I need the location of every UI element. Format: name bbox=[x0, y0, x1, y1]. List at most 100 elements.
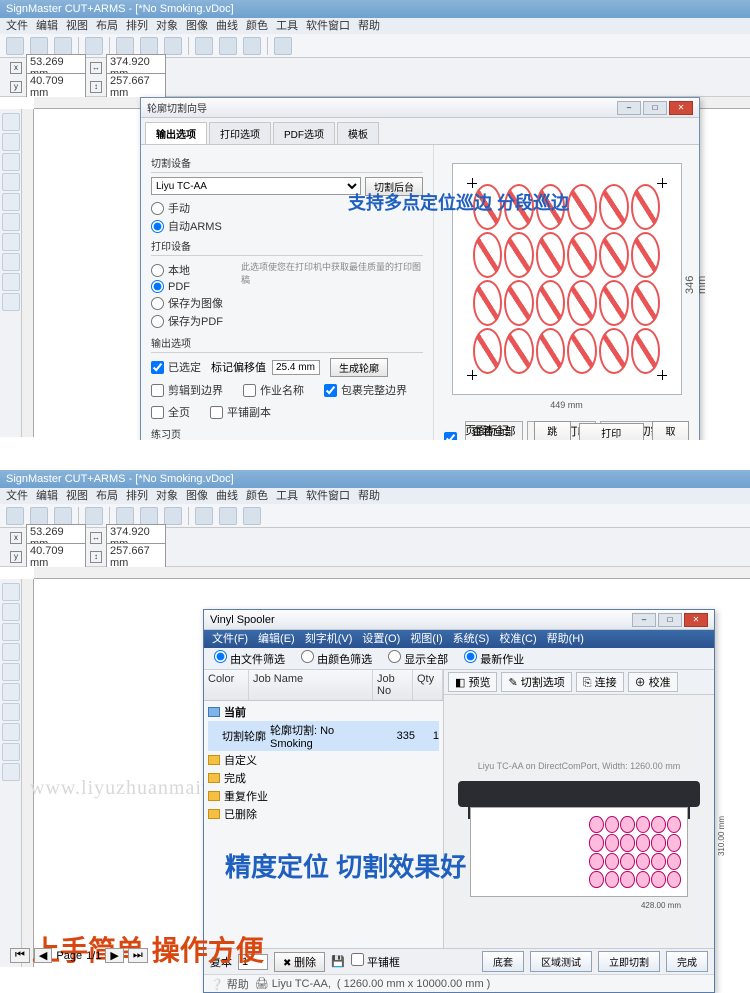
print-icon[interactable] bbox=[85, 507, 103, 525]
job-row[interactable]: 切割轮廓 轮廓切割: No Smoking 335 1 bbox=[208, 721, 439, 751]
tab-preview[interactable]: ◧ 预览 bbox=[448, 672, 497, 692]
radio-manual[interactable] bbox=[151, 202, 164, 215]
text-tool-icon[interactable] bbox=[2, 623, 20, 641]
menu-color[interactable]: 颜色 bbox=[246, 18, 268, 34]
page-prev-button[interactable]: ◀ bbox=[34, 948, 52, 963]
knife-tool-icon[interactable] bbox=[2, 253, 20, 271]
text-icon[interactable] bbox=[195, 37, 213, 55]
paste-icon[interactable] bbox=[164, 37, 182, 55]
radio-save-image[interactable] bbox=[151, 297, 164, 310]
redo-icon[interactable] bbox=[243, 507, 261, 525]
chk-trim[interactable] bbox=[151, 384, 164, 397]
text-icon[interactable] bbox=[195, 507, 213, 525]
page-last-button[interactable]: ⏭ bbox=[128, 948, 148, 963]
menu-arrange[interactable]: 排列 bbox=[126, 18, 148, 34]
radio-filter-file[interactable] bbox=[214, 650, 227, 663]
chk-tile[interactable] bbox=[210, 406, 223, 419]
tab-print[interactable]: 打印选项 bbox=[209, 122, 271, 144]
tab-cut-options[interactable]: ✎ 切割选项 bbox=[501, 672, 571, 692]
chk-tile-frame[interactable] bbox=[351, 953, 364, 966]
radio-local[interactable] bbox=[151, 264, 164, 277]
col-jobno[interactable]: Job No bbox=[373, 670, 413, 700]
job-tree[interactable]: 当前 切割轮廓 轮廓切割: No Smoking 335 1 自定义 完成 重复… bbox=[204, 701, 443, 825]
node-tool-icon[interactable] bbox=[2, 133, 20, 151]
close-icon[interactable]: ✕ bbox=[669, 101, 693, 115]
radio-save-pdf[interactable] bbox=[151, 315, 164, 328]
undo-icon[interactable] bbox=[219, 37, 237, 55]
measure-tool-icon[interactable] bbox=[2, 293, 20, 311]
radio-pdf[interactable] bbox=[151, 280, 164, 293]
open-icon[interactable] bbox=[30, 507, 48, 525]
maximize-icon[interactable]: □ bbox=[658, 613, 682, 627]
menu-window[interactable]: 软件窗口 bbox=[306, 18, 350, 34]
spooler-menubar[interactable]: 文件(F) 编辑(E) 刻字机(V) 设置(O) 视图(I) 系统(S) 校准(… bbox=[204, 630, 714, 648]
menu-view[interactable]: 视图 bbox=[66, 18, 88, 34]
text-tool-icon[interactable] bbox=[2, 153, 20, 171]
app-menubar[interactable]: 文件 编辑 视图 布局 排列 对象 图像 曲线 颜色 工具 软件窗口 帮助 bbox=[0, 18, 750, 34]
menu-tools[interactable]: 工具 bbox=[276, 18, 298, 34]
pan-tool-icon[interactable] bbox=[2, 683, 20, 701]
radio-filter-color[interactable] bbox=[301, 650, 314, 663]
close-icon[interactable]: ✕ bbox=[684, 613, 708, 627]
done-button[interactable]: 完成 bbox=[666, 951, 708, 972]
new-icon[interactable] bbox=[6, 37, 24, 55]
chk-wrap[interactable] bbox=[324, 384, 337, 397]
redo-icon[interactable] bbox=[243, 37, 261, 55]
col-color[interactable]: Color bbox=[204, 670, 249, 700]
radio-auto-arms[interactable] bbox=[151, 220, 164, 233]
cutter-select[interactable]: Liyu TC-AA bbox=[151, 177, 361, 195]
copy-icon[interactable] bbox=[140, 37, 158, 55]
col-jobname[interactable]: Job Name bbox=[249, 670, 373, 700]
menu-edit[interactable]: 编辑 bbox=[36, 18, 58, 34]
contour-button[interactable]: 底套 bbox=[482, 951, 524, 972]
node-tool-icon[interactable] bbox=[2, 603, 20, 621]
chk-jobname[interactable] bbox=[243, 384, 256, 397]
radio-show-all[interactable] bbox=[388, 650, 401, 663]
tab-template[interactable]: 模板 bbox=[337, 122, 379, 144]
menu-help[interactable]: 帮助 bbox=[358, 18, 380, 34]
save-icon[interactable] bbox=[54, 507, 72, 525]
shape-tool-icon[interactable] bbox=[2, 643, 20, 661]
zoom-tool-icon[interactable] bbox=[2, 193, 20, 211]
curve-tool-icon[interactable] bbox=[2, 703, 20, 721]
maximize-icon[interactable]: □ bbox=[643, 101, 667, 115]
tab-calibration[interactable]: ⊕ 校准 bbox=[628, 672, 678, 692]
measure-tool-icon[interactable] bbox=[2, 763, 20, 781]
new-icon[interactable] bbox=[6, 507, 24, 525]
zoom-icon[interactable] bbox=[274, 37, 292, 55]
radio-recent[interactable] bbox=[464, 650, 477, 663]
cut-icon[interactable] bbox=[116, 507, 134, 525]
menu-file[interactable]: 文件 bbox=[6, 18, 28, 34]
undo-icon[interactable] bbox=[219, 507, 237, 525]
tab-pdf[interactable]: PDF选项 bbox=[273, 122, 335, 144]
col-qty[interactable]: Qty bbox=[413, 670, 443, 700]
cut-icon[interactable] bbox=[116, 37, 134, 55]
copy-icon[interactable] bbox=[140, 507, 158, 525]
page-first-button[interactable]: ⏮ bbox=[10, 948, 30, 963]
fill-tool-icon[interactable] bbox=[2, 273, 20, 291]
page-next-button[interactable]: ▶ bbox=[105, 948, 123, 963]
menu-layout[interactable]: 布局 bbox=[96, 18, 118, 34]
offset-input[interactable] bbox=[272, 360, 320, 375]
generate-contour-button[interactable]: 生成轮廓 bbox=[330, 358, 388, 377]
pan-tool-icon[interactable] bbox=[2, 213, 20, 231]
fill-tool-icon[interactable] bbox=[2, 743, 20, 761]
save-icon[interactable] bbox=[54, 37, 72, 55]
minimize-icon[interactable]: – bbox=[632, 613, 656, 627]
shape-tool-icon[interactable] bbox=[2, 173, 20, 191]
tab-output[interactable]: 输出选项 bbox=[145, 122, 207, 144]
area-test-button[interactable]: 区域测试 bbox=[530, 951, 592, 972]
curve-tool-icon[interactable] bbox=[2, 233, 20, 251]
menu-image[interactable]: 图像 bbox=[186, 18, 208, 34]
zoom-tool-icon[interactable] bbox=[2, 663, 20, 681]
minimize-icon[interactable]: – bbox=[617, 101, 641, 115]
print-icon[interactable] bbox=[85, 37, 103, 55]
knife-tool-icon[interactable] bbox=[2, 723, 20, 741]
cut-now-button[interactable]: 立即切割 bbox=[598, 951, 660, 972]
menu-curve[interactable]: 曲线 bbox=[216, 18, 238, 34]
delete-button[interactable]: ✖ 删除 bbox=[274, 952, 325, 972]
tab-connection[interactable]: ⎘ 连接 bbox=[576, 672, 624, 692]
paste-icon[interactable] bbox=[164, 507, 182, 525]
chk-selected[interactable] bbox=[151, 361, 164, 374]
open-icon[interactable] bbox=[30, 37, 48, 55]
